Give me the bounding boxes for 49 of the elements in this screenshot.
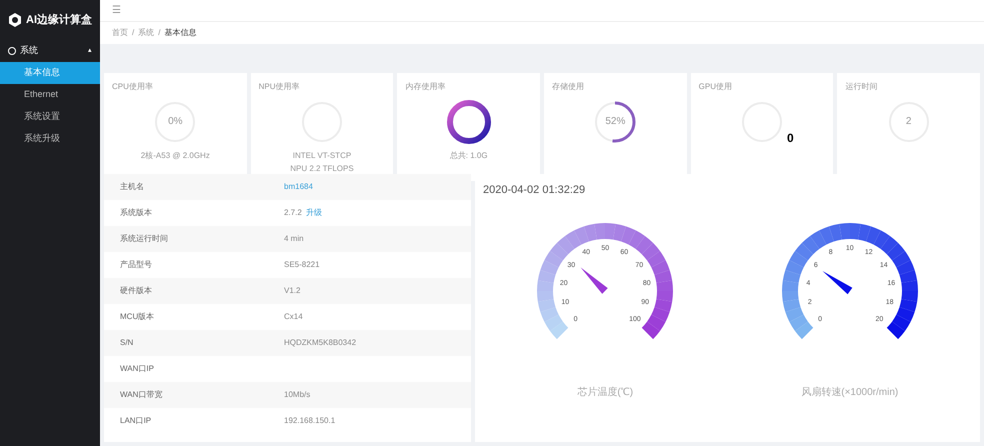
gauge-label: 风扇转速(×1000r/min) [801, 386, 898, 400]
row-label: 主机名 [119, 181, 145, 193]
breadcrumb-separator: / [132, 27, 134, 39]
breadcrumb-link[interactable]: 系统 [138, 27, 154, 39]
menu-toggle[interactable]: ☰ [112, 3, 121, 18]
ring-value: 52% [605, 116, 626, 128]
gauge-label: 芯片温度(℃) [577, 386, 634, 400]
card-caption: 2核-A53 @ 2.0GHz [140, 151, 210, 160]
row-label: 产品型号 [119, 259, 153, 271]
sidebar-item[interactable]: 系统升级 [0, 128, 100, 150]
row-label: 系统运行时间 [119, 233, 169, 245]
hostname-link[interactable]: bm1684 [284, 181, 313, 193]
upgrade-link[interactable]: 升级 [306, 207, 322, 219]
logo-icon [8, 13, 22, 27]
row-label: S/N [119, 337, 134, 349]
row-value: 10Mb/s [284, 389, 310, 401]
card-title: 内存使用率 [405, 81, 446, 93]
overlay-number: 0 [786, 130, 794, 147]
row-label: LAN口IP [119, 415, 152, 427]
sidebar-item[interactable]: 基本信息 [0, 62, 100, 84]
card-caption: INTEL VT-STCP [292, 151, 352, 160]
row-value: 192.168.150.1 [284, 415, 336, 427]
row-value: HQDZKM5K8B0342 [284, 337, 356, 349]
app-title: AI边缘计算盒 [26, 12, 92, 28]
ring-value: 2 [906, 116, 912, 128]
row-value: Cx14 [284, 311, 303, 323]
row-label: 系统版本 [119, 207, 153, 219]
ring-value: 0% [168, 116, 183, 128]
row-label: WAN口带宽 [119, 389, 164, 401]
card-title: GPU使用 [698, 81, 732, 93]
card-title: NPU使用率 [258, 81, 300, 93]
timestamp: 2020-04-02 01:32:29 [483, 183, 586, 198]
sidebar-item[interactable]: Ethernet [0, 84, 100, 106]
row-value: V1.2 [284, 285, 300, 297]
row-value: 4 min [284, 233, 304, 245]
card-title: CPU使用率 [112, 81, 153, 93]
card-title: 运行时间 [845, 81, 878, 93]
card-title: 存储使用 [552, 81, 584, 93]
card-caption: NPU 2.2 TFLOPS [290, 164, 354, 173]
breadcrumb-link[interactable]: 首页 [112, 27, 128, 39]
breadcrumb-separator: / [158, 27, 160, 39]
row-value: SE5-8221 [284, 259, 320, 271]
sidebar-item[interactable]: 系统设置 [0, 106, 100, 128]
card-caption: 总共: 1.0G [450, 151, 488, 160]
row-label: 硬件版本 [119, 285, 153, 297]
row-label: MCU版本 [119, 311, 156, 323]
row-value: 2.7.2 [284, 207, 302, 219]
row-label: WAN口IP [119, 363, 155, 375]
breadcrumb-link[interactable]: 基本信息 [164, 27, 196, 39]
